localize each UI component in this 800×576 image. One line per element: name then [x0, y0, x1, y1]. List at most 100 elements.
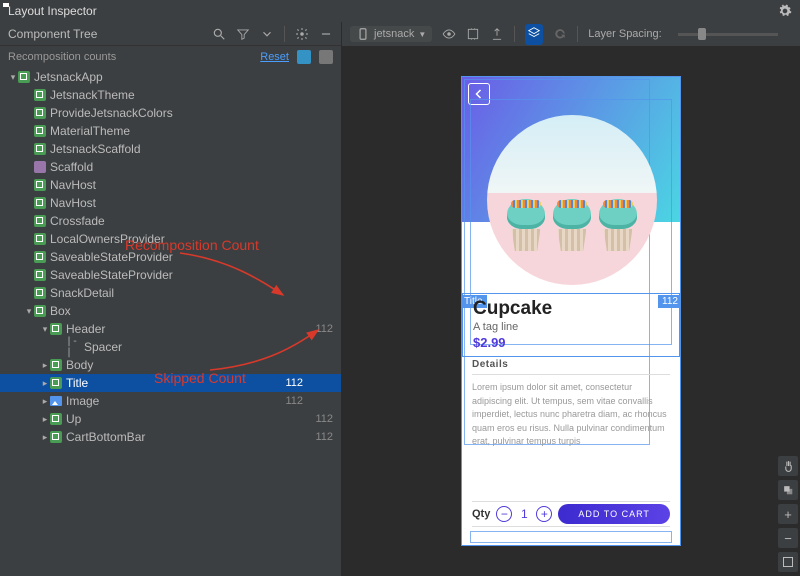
- component-icon: [34, 269, 46, 281]
- tree-row[interactable]: ▸CartBottomBar112: [0, 428, 341, 446]
- component-icon: [34, 125, 46, 137]
- qty-minus-button[interactable]: −: [496, 506, 512, 522]
- tree-row[interactable]: MaterialTheme: [0, 122, 341, 140]
- settings-icon[interactable]: [778, 4, 792, 18]
- snack-title: Cupcake: [473, 298, 669, 320]
- component-icon: [50, 431, 62, 443]
- component-label: ProvideJetsnackColors: [50, 106, 273, 120]
- component-icon: [34, 305, 46, 317]
- tree-row[interactable]: Scaffold: [0, 158, 341, 176]
- component-label: JetsnackTheme: [50, 88, 273, 102]
- device-chip[interactable]: jetsnack ▼: [350, 26, 432, 42]
- refresh-icon[interactable]: [553, 27, 567, 41]
- tree-row[interactable]: ▸ Image112: [0, 392, 341, 410]
- tree-row[interactable]: NavHost: [0, 176, 341, 194]
- component-tree[interactable]: ▾ JetsnackApp JetsnackTheme ProvideJetsnack…: [0, 68, 341, 576]
- snack-tagline: A tag line: [473, 321, 669, 333]
- filter-icon[interactable]: [236, 27, 250, 41]
- back-button[interactable]: [468, 83, 490, 105]
- preview-canvas[interactable]: Title 112 Cupcake A tag line $2.99 Detai…: [342, 46, 800, 576]
- reset-link[interactable]: Reset: [260, 51, 289, 63]
- component-label: MaterialTheme: [50, 124, 273, 138]
- component-label: NavHost: [50, 196, 273, 210]
- tree-row[interactable]: ▾Box: [0, 302, 341, 320]
- overlay: [470, 531, 672, 543]
- tree-row[interactable]: SnackDetail: [0, 284, 341, 302]
- component-label: Title: [66, 376, 273, 390]
- gear-icon[interactable]: [295, 27, 309, 41]
- qty-plus-button[interactable]: +: [536, 506, 552, 522]
- panel-title: Component Tree: [8, 27, 97, 41]
- component-icon: [50, 396, 62, 406]
- chevron-icon[interactable]: ▸: [40, 432, 50, 443]
- device-frame: Title 112 Cupcake A tag line $2.99 Detai…: [461, 76, 681, 546]
- component-label: Crossfade: [50, 214, 273, 228]
- component-label: Up: [66, 412, 273, 426]
- tree-row[interactable]: LocalOwnersProvider: [0, 230, 341, 248]
- export-icon[interactable]: [490, 27, 504, 41]
- chevron-icon[interactable]: ▾: [40, 324, 50, 335]
- panel-header: Component Tree: [0, 22, 341, 46]
- tree-row[interactable]: ▸Body: [0, 356, 341, 374]
- layer-spacing-label: Layer Spacing:: [588, 28, 661, 40]
- component-icon: [50, 323, 62, 335]
- eye-icon[interactable]: [442, 27, 456, 41]
- qty-value: 1: [518, 507, 530, 521]
- zoom-out-icon[interactable]: −: [778, 528, 798, 548]
- separator: [577, 26, 578, 42]
- chevron-icon[interactable]: ▸: [40, 414, 50, 425]
- skipped-col-icon: [319, 50, 333, 64]
- snack-price: $2.99: [473, 335, 669, 350]
- component-label: CartBottomBar: [66, 430, 273, 444]
- zoom-in-icon[interactable]: +: [778, 504, 798, 524]
- component-label: JetsnackScaffold: [50, 142, 273, 156]
- add-to-cart-button[interactable]: ADD TO CART: [558, 504, 670, 524]
- layer-spacing-slider[interactable]: [678, 33, 778, 36]
- tree-row[interactable]: |-|Spacer: [0, 338, 341, 356]
- tree-row[interactable]: ProvideJetsnackColors: [0, 104, 341, 122]
- capture-icon[interactable]: [466, 27, 480, 41]
- fit-icon[interactable]: [778, 552, 798, 572]
- layers-mode-icon[interactable]: [525, 24, 543, 45]
- details-section: Details Lorem ipsum dolor sit amet, cons…: [472, 359, 670, 449]
- title-bar: Layout Inspector: [0, 0, 800, 22]
- search-icon[interactable]: [212, 27, 226, 41]
- component-icon: [34, 161, 46, 173]
- chevron-icon[interactable]: ▾: [24, 306, 34, 317]
- component-label: SaveableStateProvider: [50, 268, 273, 282]
- skipped-count: 112: [303, 323, 333, 335]
- chevron-icon[interactable]: ▸: [40, 360, 50, 371]
- component-icon: [34, 215, 46, 227]
- tree-row[interactable]: ▸ Up 112: [0, 410, 341, 428]
- layers-icon[interactable]: [778, 480, 798, 500]
- tree-row[interactable]: ▾ JetsnackApp: [0, 68, 341, 86]
- chevron-icon[interactable]: ▸: [40, 396, 50, 407]
- tree-row[interactable]: ▾Header112: [0, 320, 341, 338]
- recomp-col-icon: [297, 50, 311, 64]
- component-icon: [34, 107, 46, 119]
- component-label: Image: [66, 394, 273, 408]
- chevron-icon[interactable]: ▸: [40, 378, 50, 389]
- pan-icon[interactable]: [778, 456, 798, 476]
- component-icon: [50, 413, 62, 425]
- chevron-icon[interactable]: ▾: [8, 72, 18, 83]
- tree-row[interactable]: SaveableStateProvider: [0, 266, 341, 284]
- tree-row[interactable]: SaveableStateProvider: [0, 248, 341, 266]
- device-label: jetsnack: [374, 28, 414, 40]
- skipped-count: 112: [303, 413, 333, 425]
- component-label: JetsnackApp: [34, 70, 273, 84]
- tree-row[interactable]: JetsnackScaffold: [0, 140, 341, 158]
- tree-row[interactable]: NavHost: [0, 194, 341, 212]
- tree-row[interactable]: ▸Title112: [0, 374, 341, 392]
- minimize-icon[interactable]: [319, 27, 333, 41]
- recomp-count: 112: [273, 395, 303, 407]
- component-tree-panel: Component Tree Recomposition counts Rese…: [0, 22, 342, 576]
- component-label: Spacer: [84, 340, 273, 354]
- component-label: NavHost: [50, 178, 273, 192]
- tree-row[interactable]: Crossfade: [0, 212, 341, 230]
- counts-header: Recomposition counts Reset: [0, 46, 341, 68]
- tree-row[interactable]: JetsnackTheme: [0, 86, 341, 104]
- component-icon: [34, 233, 46, 245]
- chevron-down-icon[interactable]: [260, 27, 274, 41]
- component-icon: [34, 89, 46, 101]
